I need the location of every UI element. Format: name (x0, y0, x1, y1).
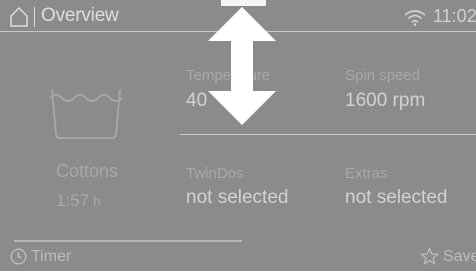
duration-unit: h (93, 193, 101, 209)
star-icon (420, 247, 439, 265)
clock-icon (10, 248, 27, 265)
twindos-label: TwinDos (186, 165, 244, 182)
duration-value: 1:57 (56, 191, 90, 210)
save-label: Save (443, 248, 476, 265)
program-duration: 1:57 h (56, 191, 101, 211)
settings-divider (180, 134, 476, 135)
spin-speed-label: Spin speed (345, 67, 421, 84)
clock: 11:02 (433, 6, 476, 26)
vertical-double-arrow-icon (208, 7, 276, 125)
overview-screen: Overview 11:02 Cottons 1:57 h Temperature… (0, 0, 476, 271)
twindos-value: not selected (186, 187, 289, 208)
spin-speed-value: 1600 rpm (345, 90, 426, 111)
timer-label: Timer (31, 248, 72, 265)
extras-label: Extras (345, 165, 388, 182)
program-progress-bar (14, 240, 242, 242)
program-name: Cottons (56, 161, 119, 181)
temperature-value: 40 (186, 90, 208, 111)
page-title: Overview (41, 5, 119, 26)
title-separator (34, 7, 35, 27)
home-icon[interactable] (9, 6, 29, 28)
pull-down-handle[interactable] (221, 0, 266, 6)
wifi-icon (404, 10, 426, 26)
extras-value: not selected (345, 187, 448, 208)
wash-tub-icon (49, 89, 123, 139)
